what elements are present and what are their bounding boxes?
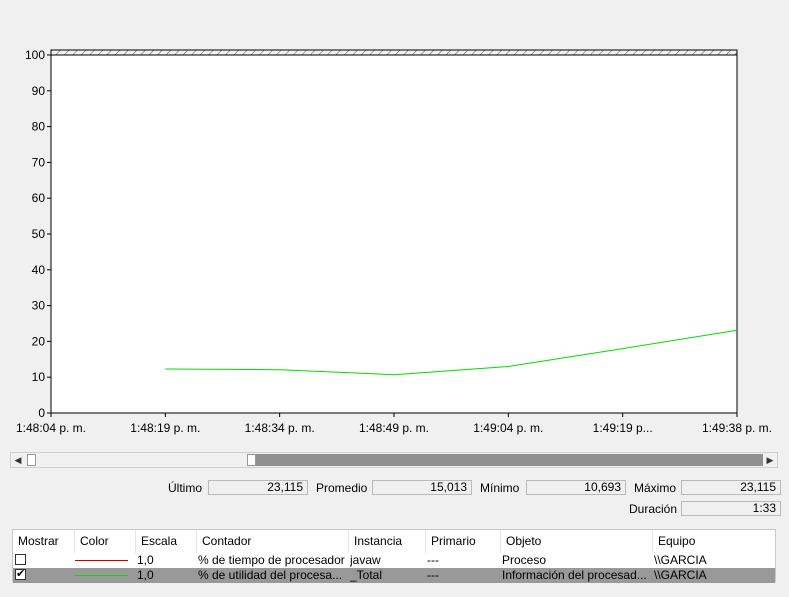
range-start-handle[interactable] [27, 454, 36, 466]
average-value: 15,013 [372, 480, 472, 495]
x-tick-label: 1:49:04 p. m. [473, 421, 543, 435]
duration-label: Duración [629, 502, 678, 516]
y-axis: 0 10 20 30 40 50 60 70 80 90 100 [25, 48, 51, 420]
parent-cell: --- [427, 568, 439, 582]
maximum-label: Máximo [634, 481, 677, 495]
y-tick-label: 70 [32, 155, 46, 169]
column-header-object[interactable]: Objeto [501, 530, 653, 553]
legend-row[interactable]: 1,0 % de tiempo de procesador javaw --- … [13, 553, 775, 568]
performance-chart: 0102030405060708090100 1:48:04 p. m. 1:48… [16, 48, 772, 435]
column-header-show[interactable]: Mostrar [13, 530, 75, 553]
x-tick-label: 1:48:49 p. m. [359, 421, 429, 435]
y-tick-label: 20 [32, 334, 46, 348]
counter-cell: % de tiempo de procesador [198, 553, 345, 567]
scale-cell: 1,0 [137, 568, 154, 582]
minimum-value: 10,693 [526, 480, 626, 495]
computer-cell: \\GARCIA [654, 553, 707, 567]
object-cell: Información del procesad... [502, 568, 647, 582]
scrollbar-range-fill[interactable] [249, 454, 763, 466]
computer-cell: \\GARCIA [654, 568, 707, 582]
x-tick-label: 1:48:04 p. m. [16, 421, 86, 435]
scale-cell: 1,0 [137, 553, 154, 567]
last-label: Último [168, 481, 203, 495]
parent-cell: --- [427, 553, 439, 567]
legend-header: Mostrar Color Escala Contador Instancia … [13, 530, 775, 553]
x-axis: 1:48:04 p. m. 1:48:19 p. m. 1:48:34 p. m. 1… [16, 413, 772, 435]
object-cell: Proceso [502, 553, 547, 567]
instance-cell: _Total [350, 568, 383, 582]
average-label: Promedio [316, 481, 368, 495]
minimum-label: Mínimo [480, 481, 520, 495]
column-header-counter[interactable]: Contador [197, 530, 349, 553]
y-tick-label: 100 [25, 48, 45, 62]
legend-row[interactable]: ✔ 1,0 % de utilidad del procesa... _Tota… [13, 568, 775, 583]
duration-value: 1:33 [681, 501, 781, 516]
counter-cell: % de utilidad del procesa... [198, 568, 343, 582]
x-tick-label: 1:49:19 p... [593, 421, 653, 435]
show-checkbox[interactable] [15, 554, 26, 565]
y-tick-label: 60 [32, 191, 46, 205]
x-tick-label: 1:49:38 p. m. [702, 421, 772, 435]
y-tick-label: 40 [32, 263, 46, 277]
column-header-scale[interactable]: Escala [136, 530, 197, 553]
color-swatch [75, 575, 128, 576]
time-range-scrollbar[interactable]: ◀ ▶ [10, 452, 778, 468]
last-value: 23,115 [208, 480, 308, 495]
maximum-value: 23,115 [681, 480, 781, 495]
scroll-left-arrow-icon[interactable]: ◀ [11, 453, 25, 467]
y-tick-label: 10 [32, 370, 46, 384]
column-header-computer[interactable]: Equipo [653, 530, 775, 553]
y-tick-label: 90 [32, 84, 46, 98]
y-tick-label: 0 [38, 406, 45, 420]
scroll-right-arrow-icon[interactable]: ▶ [763, 453, 777, 467]
show-checkbox[interactable]: ✔ [15, 569, 26, 580]
instance-cell: javaw [350, 553, 381, 567]
plot-overflow-hatch [50, 49, 738, 56]
x-tick-label: 1:48:34 p. m. [245, 421, 315, 435]
column-header-color[interactable]: Color [75, 530, 136, 553]
range-end-handle[interactable] [247, 454, 256, 466]
color-swatch [75, 560, 128, 561]
plot-area [50, 54, 738, 414]
y-tick-label: 50 [32, 227, 46, 241]
y-tick-label: 30 [32, 299, 46, 313]
column-header-parent[interactable]: Primario [426, 530, 501, 553]
counter-legend-table[interactable]: Mostrar Color Escala Contador Instancia … [12, 529, 776, 583]
column-header-instance[interactable]: Instancia [349, 530, 426, 553]
y-tick-label: 80 [32, 120, 46, 134]
x-tick-label: 1:48:19 p. m. [130, 421, 200, 435]
